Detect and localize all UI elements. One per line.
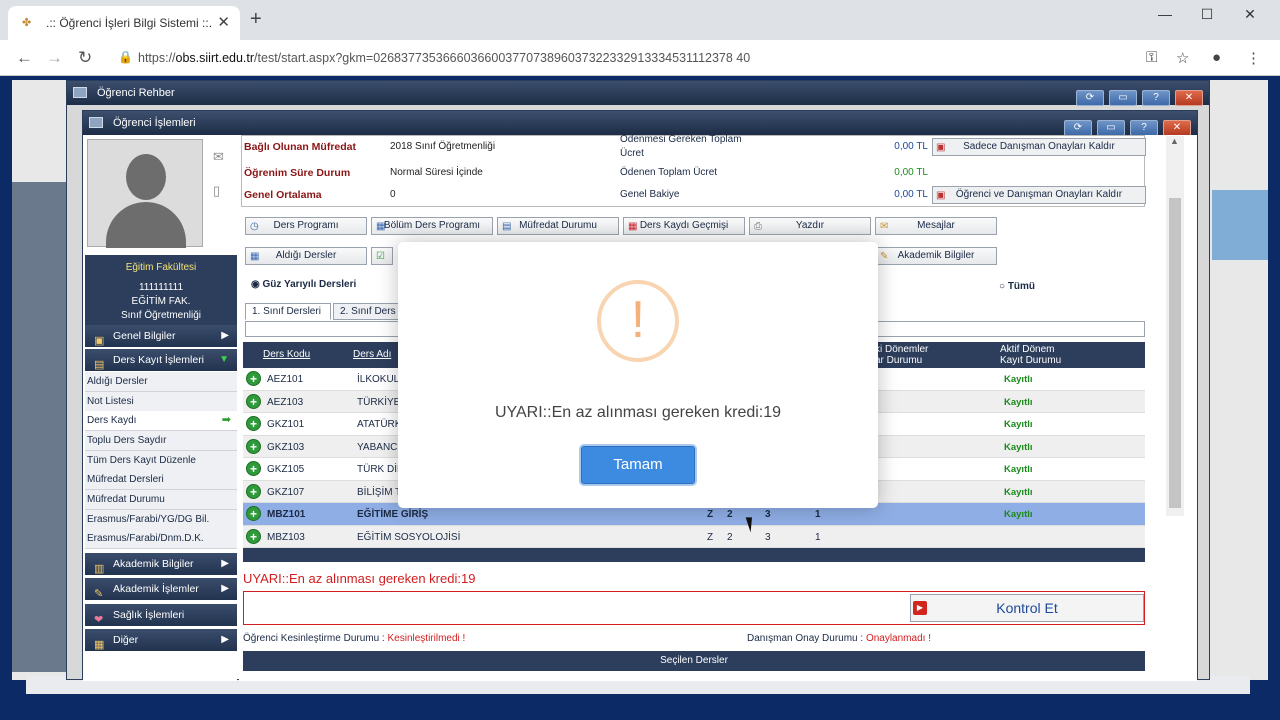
warning-dialog: ! UYARI::En az alınması gereken kredi:19… bbox=[398, 242, 878, 508]
warning-icon: ! bbox=[597, 280, 679, 362]
modal-overlay: ! UYARI::En az alınması gereken kredi:19… bbox=[0, 0, 1280, 720]
dialog-message: UYARI::En az alınması gereken kredi:19 bbox=[494, 404, 782, 421]
tamam-button[interactable]: Tamam bbox=[579, 444, 697, 486]
